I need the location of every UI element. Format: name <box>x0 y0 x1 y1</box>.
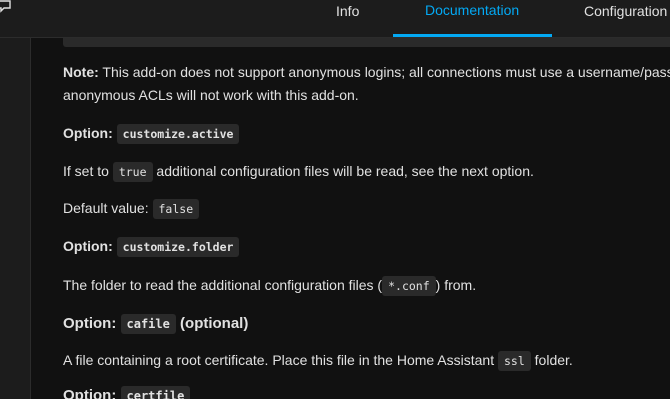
desc-text: If set to <box>63 163 113 179</box>
default-label: Default value: <box>63 200 153 216</box>
sidebar-rail <box>0 38 31 399</box>
option-default: Default value: false <box>63 197 200 221</box>
top-bar: Info Documentation Configuration <box>0 0 670 38</box>
option-description: If set to true additional configuration … <box>63 160 534 184</box>
desc-text: folder. <box>530 352 573 368</box>
desc-text: ) from. <box>435 277 477 293</box>
feedback-icon[interactable] <box>0 0 14 14</box>
note-line-1: Note: This add-on does not support anony… <box>63 61 670 84</box>
option-description: The folder to read the additional config… <box>63 274 476 298</box>
desc-text: The folder to read the additional config… <box>63 277 383 293</box>
documentation-content: Note: This add-on does not support anony… <box>31 38 670 399</box>
tab-documentation[interactable]: Documentation <box>425 1 519 38</box>
option-code: cafile <box>120 314 176 334</box>
option-heading-certfile: Option: certfile <box>63 384 191 399</box>
default-code: false <box>152 199 200 219</box>
option-label: Option: <box>63 387 117 399</box>
option-code: certfile <box>120 386 191 399</box>
option-description: A file containing a root certificate. Pl… <box>63 349 573 373</box>
option-label: Option: <box>63 315 117 332</box>
inline-code: *.conf <box>382 276 436 296</box>
desc-text: A file containing a root certificate. Pl… <box>63 352 498 368</box>
option-suffix: (optional) <box>180 315 249 332</box>
option-heading-customize-active: Option: customize.active <box>63 122 240 146</box>
tab-configuration[interactable]: Configuration <box>584 2 667 39</box>
note-label: Note: <box>63 64 99 80</box>
option-code: customize.folder <box>116 237 240 257</box>
note-line-2: anonymous ACLs will not work with this a… <box>63 87 359 103</box>
option-heading-cafile: Option: cafile (optional) <box>63 312 248 336</box>
active-tab-indicator <box>393 34 552 37</box>
inline-code: true <box>112 162 153 182</box>
option-code: customize.active <box>116 124 240 144</box>
option-label: Option: <box>63 125 113 141</box>
desc-text: additional configuration files will be r… <box>152 163 534 179</box>
note-text: This add-on does not support anonymous l… <box>98 64 670 80</box>
tab-info[interactable]: Info <box>336 2 359 39</box>
option-heading-customize-folder: Option: customize.folder <box>63 235 240 259</box>
code-block-bottom <box>63 38 670 47</box>
option-label: Option: <box>63 238 113 254</box>
inline-code: ssl <box>498 351 531 371</box>
